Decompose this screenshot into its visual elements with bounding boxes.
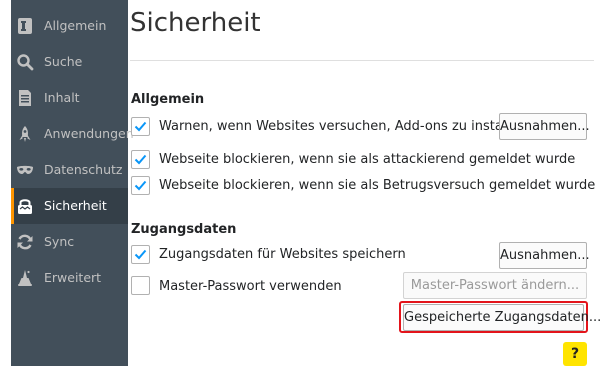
sidebar-item-sicherheit[interactable]: Sicherheit [11, 188, 128, 224]
save-logins-checkbox[interactable] [131, 245, 150, 264]
security-lock-icon [16, 197, 34, 215]
sidebar-item-erweitert[interactable]: Erweitert [11, 260, 128, 296]
sidebar-item-label: Datenschutz [44, 162, 123, 177]
search-icon [16, 53, 34, 71]
saved-logins-button[interactable]: Gespeicherte Zugangsdaten... [403, 304, 601, 331]
help-button[interactable]: ? [563, 342, 587, 366]
sidebar-item-label: Sync [44, 234, 75, 249]
checkmark-icon [134, 121, 147, 132]
save-logins-label: Zugangsdaten für Websites speichern [159, 247, 406, 262]
master-password-checkbox[interactable] [131, 276, 150, 295]
logins-exceptions-button[interactable]: Ausnahmen... [499, 242, 590, 269]
warn-addons-label: Warnen, wenn Websites versuchen, Add-ons… [159, 119, 543, 134]
sidebar-item-anwendungen[interactable]: Anwendungen [11, 116, 134, 152]
sidebar-item-label: Inhalt [44, 90, 80, 105]
master-password-label: Master-Passwort verwenden [159, 279, 342, 294]
advanced-wizard-icon [16, 269, 34, 287]
title-divider [130, 60, 594, 61]
addons-exceptions-button[interactable]: Ausnahmen... [499, 113, 590, 140]
checkmark-icon [134, 180, 147, 191]
sidebar-item-label: Sicherheit [44, 198, 107, 213]
sidebar: Allgemein Suche Inhalt Anwendungen Daten… [11, 0, 134, 366]
section-heading-logins: Zugangsdaten [131, 222, 237, 237]
block-fraud-label: Webseite blockieren, wenn sie als Betrug… [159, 178, 596, 193]
sidebar-item-sync[interactable]: Sync [11, 224, 128, 260]
sidebar-item-suche[interactable]: Suche [11, 44, 128, 80]
block-fraud-checkbox[interactable] [131, 176, 150, 195]
block-attack-label: Webseite blockieren, wenn sie als attack… [159, 152, 576, 167]
checkmark-icon [134, 249, 147, 260]
applications-icon [16, 125, 34, 143]
content-icon [16, 89, 34, 107]
sidebar-item-inhalt[interactable]: Inhalt [11, 80, 128, 116]
privacy-mask-icon [16, 161, 34, 179]
sidebar-item-label: Anwendungen [44, 126, 134, 141]
warn-addons-checkbox[interactable] [131, 117, 150, 136]
section-heading-general: Allgemein [131, 92, 205, 107]
sidebar-item-label: Allgemein [44, 18, 107, 33]
page-title: Sicherheit [130, 8, 261, 38]
general-icon [16, 17, 34, 35]
change-master-password-button[interactable]: Master-Passwort ändern... [403, 272, 587, 299]
checkmark-icon [134, 154, 147, 165]
sidebar-item-allgemein[interactable]: Allgemein [11, 8, 128, 44]
sync-icon [16, 233, 34, 251]
sidebar-item-label: Suche [44, 54, 83, 69]
block-attack-checkbox[interactable] [131, 150, 150, 169]
sidebar-item-datenschutz[interactable]: Datenschutz [11, 152, 128, 188]
sidebar-item-label: Erweitert [44, 270, 102, 285]
